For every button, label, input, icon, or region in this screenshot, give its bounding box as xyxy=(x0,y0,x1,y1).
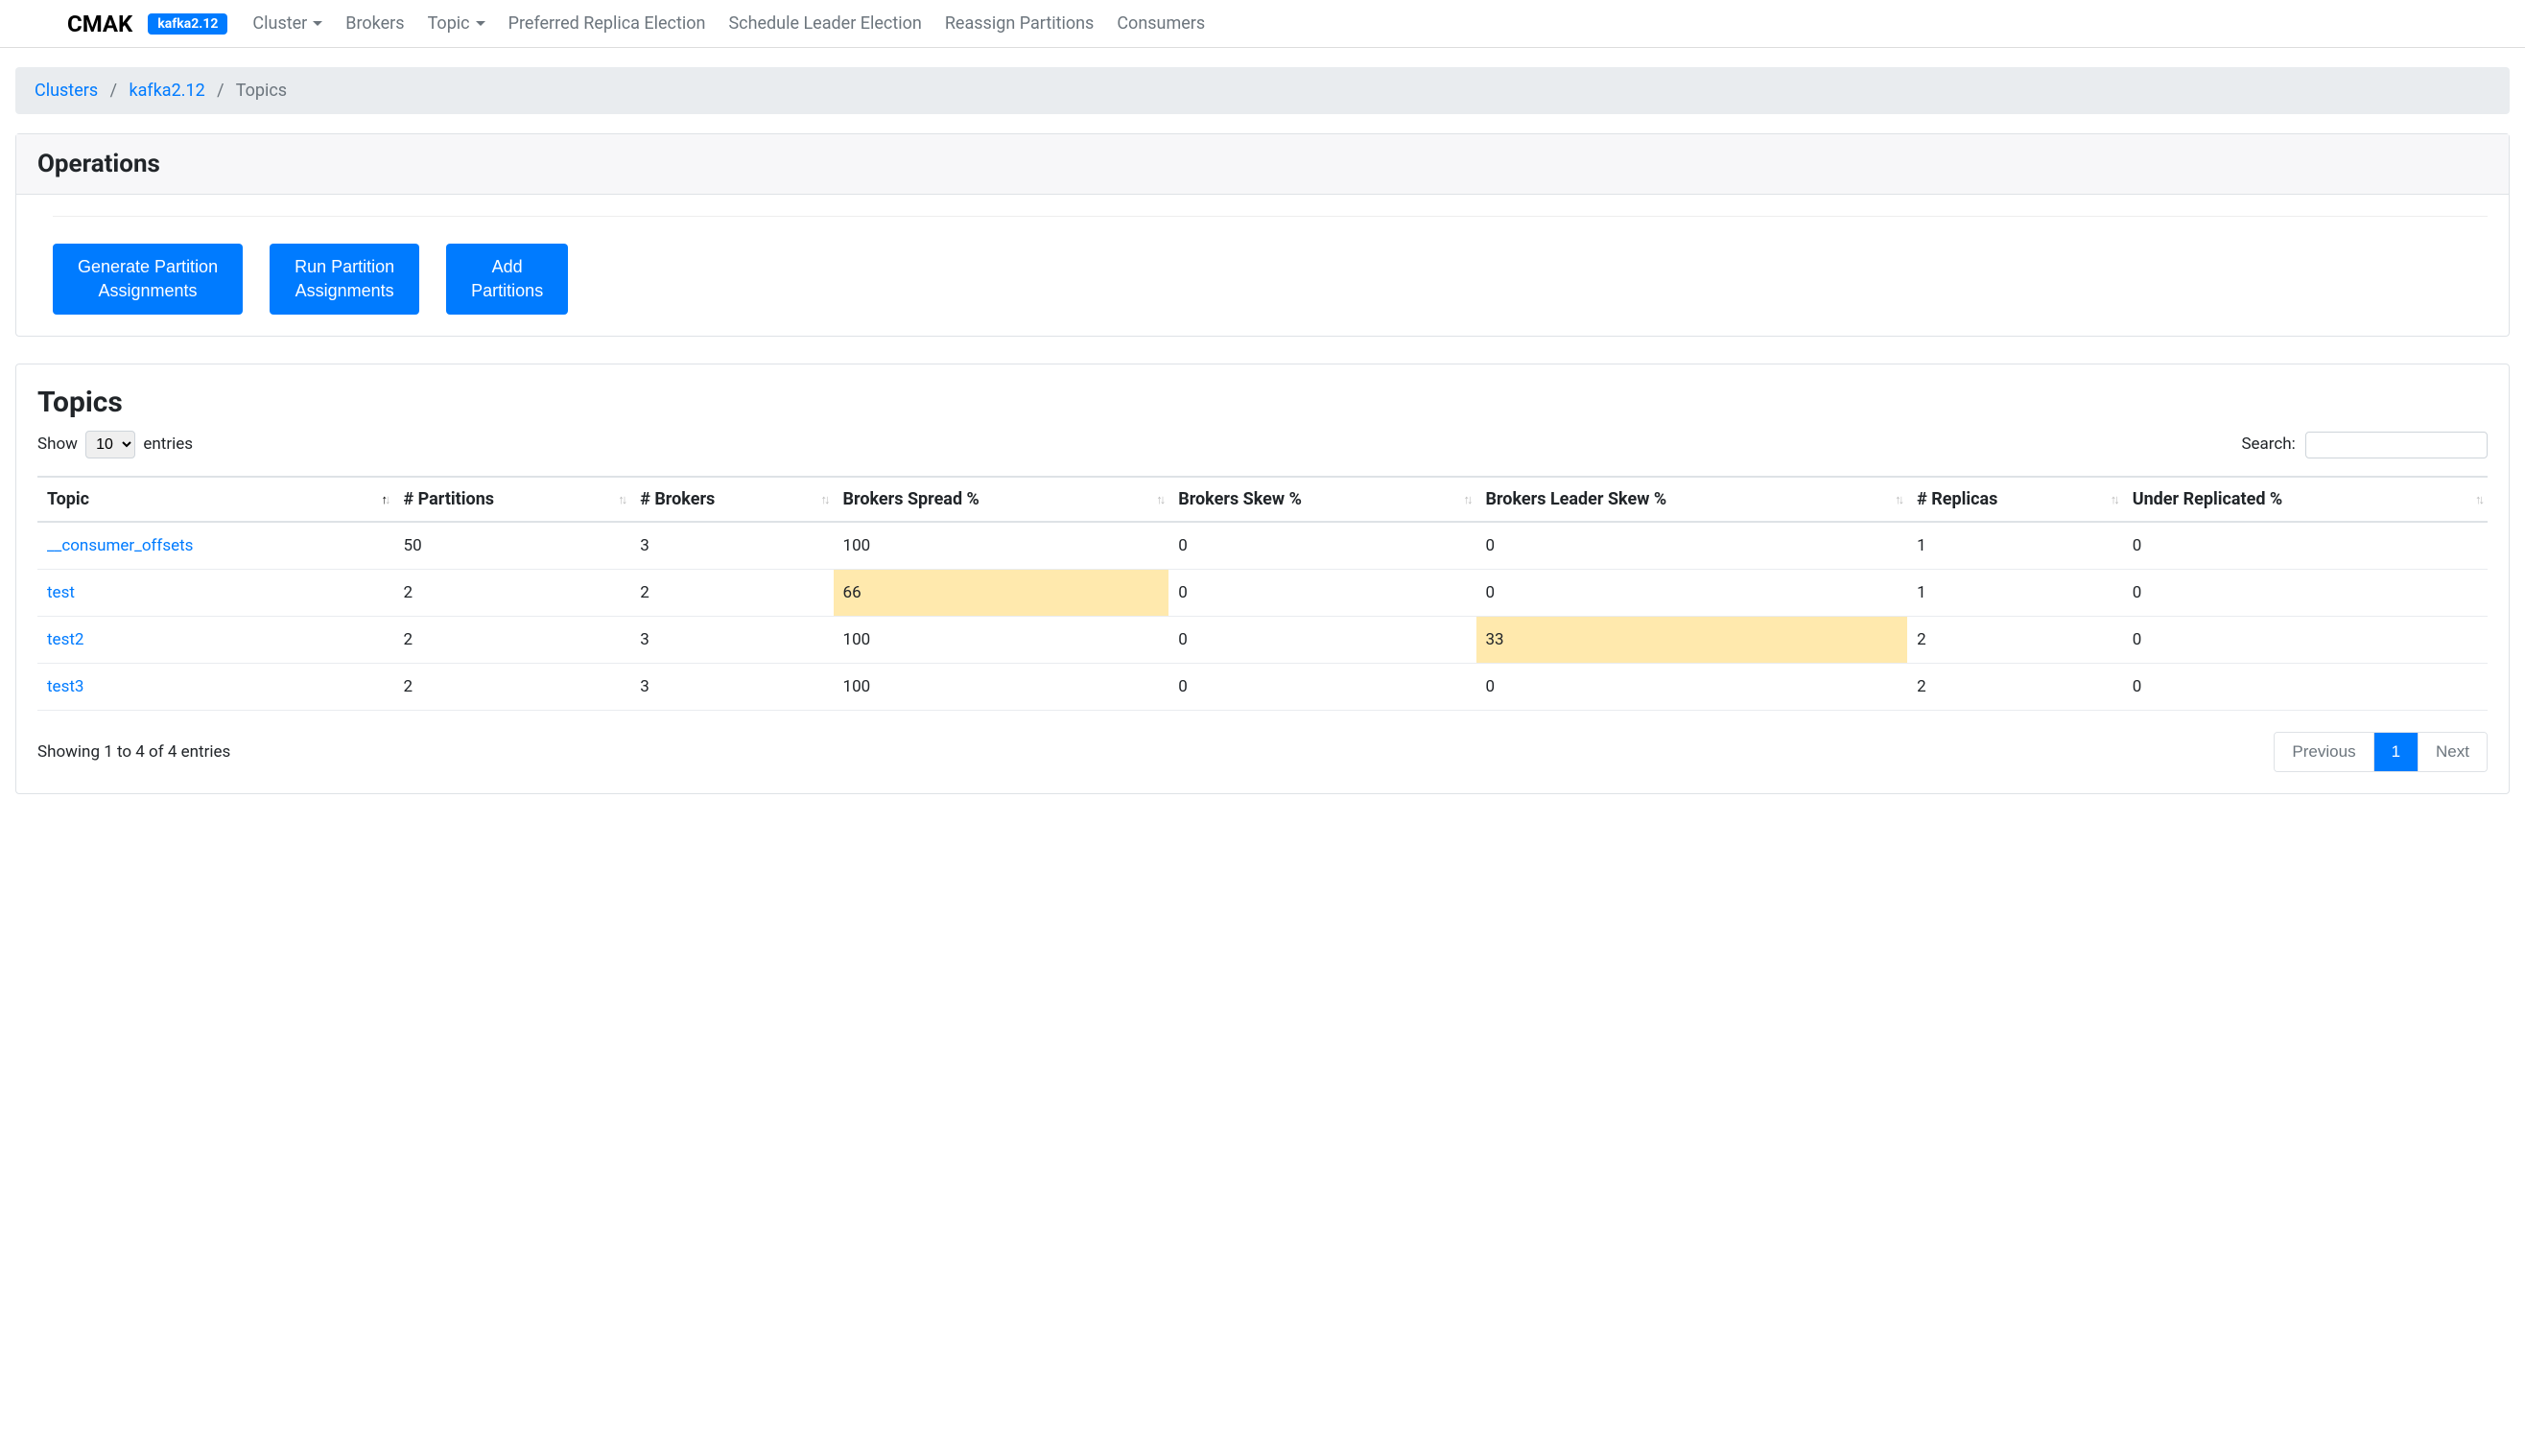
cell-partitions: 2 xyxy=(394,664,631,711)
col-brokers-spread-[interactable]: Brokers Spread %↑↓ xyxy=(834,477,1169,522)
navbar: CMAK kafka2.12 ClusterBrokersTopicPrefer… xyxy=(0,0,2525,48)
col-brokers-skew-[interactable]: Brokers Skew %↑↓ xyxy=(1168,477,1475,522)
nav-consumers[interactable]: Consumers xyxy=(1105,8,1216,39)
cell-partitions: 50 xyxy=(394,522,631,570)
cell-replicas: 1 xyxy=(1907,522,2123,570)
pagination: Previous 1 Next xyxy=(2274,732,2488,772)
cell-brokers: 3 xyxy=(630,522,833,570)
length-label-post: entries xyxy=(143,434,193,454)
cell-skew: 0 xyxy=(1168,617,1475,664)
col--partitions[interactable]: # Partitions↑↓ xyxy=(394,477,631,522)
cell-replicas: 1 xyxy=(1907,570,2123,617)
cell-skew: 0 xyxy=(1168,664,1475,711)
page-1-button[interactable]: 1 xyxy=(2373,733,2418,771)
operations-buttons: Generate PartitionAssignments Run Partiti… xyxy=(53,216,2488,315)
cell-brokers: 3 xyxy=(630,664,833,711)
cell-leader-skew: 33 xyxy=(1476,617,1908,664)
chevron-down-icon xyxy=(476,21,485,26)
nav-preferred-replica-election[interactable]: Preferred Replica Election xyxy=(497,8,718,39)
cell-leader-skew: 0 xyxy=(1476,522,1908,570)
cell-spread: 100 xyxy=(834,617,1169,664)
chevron-down-icon xyxy=(313,21,322,26)
operations-title: Operations xyxy=(16,134,2509,195)
cell-under: 0 xyxy=(2123,522,2488,570)
topic-link[interactable]: test3 xyxy=(47,677,83,696)
operations-card: Operations Generate PartitionAssignments… xyxy=(15,133,2510,337)
col-under-replicated-[interactable]: Under Replicated %↑↓ xyxy=(2123,477,2488,522)
table-row: test3231000020 xyxy=(37,664,2488,711)
search-control: Search: xyxy=(2241,432,2488,458)
search-label: Search: xyxy=(2241,434,2295,454)
topics-table: Topic↑↓# Partitions↑↓# Brokers↑↓Brokers … xyxy=(37,476,2488,711)
nav-cluster[interactable]: Cluster xyxy=(241,8,334,39)
nav-reassign-partitions[interactable]: Reassign Partitions xyxy=(933,8,1106,39)
nav-schedule-leader-election[interactable]: Schedule Leader Election xyxy=(717,8,932,39)
sort-icon: ↑↓ xyxy=(382,492,389,507)
cell-replicas: 2 xyxy=(1907,617,2123,664)
sort-icon: ↑↓ xyxy=(618,492,625,507)
breadcrumb: Clusters / kafka2.12 / Topics xyxy=(15,67,2510,114)
run-partition-assignments-button[interactable]: Run PartitionAssignments xyxy=(270,244,419,315)
table-footer: Showing 1 to 4 of 4 entries Previous 1 N… xyxy=(37,732,2488,772)
col-brokers-leader-skew-[interactable]: Brokers Leader Skew %↑↓ xyxy=(1476,477,1908,522)
table-row: test22660010 xyxy=(37,570,2488,617)
cell-under: 0 xyxy=(2123,570,2488,617)
add-partitions-button[interactable]: AddPartitions xyxy=(446,244,568,315)
page-next-button[interactable]: Next xyxy=(2418,733,2487,771)
nav-topic[interactable]: Topic xyxy=(416,8,497,39)
breadcrumb-sep: / xyxy=(103,81,125,101)
table-row: test22310003320 xyxy=(37,617,2488,664)
cell-spread: 100 xyxy=(834,522,1169,570)
page-prev-button[interactable]: Previous xyxy=(2275,733,2372,771)
breadcrumb-sep: / xyxy=(209,81,231,101)
cell-leader-skew: 0 xyxy=(1476,664,1908,711)
col--brokers[interactable]: # Brokers↑↓ xyxy=(630,477,833,522)
cell-leader-skew: 0 xyxy=(1476,570,1908,617)
table-controls: Show 10 entries Search: xyxy=(37,431,2488,458)
cell-partitions: 2 xyxy=(394,570,631,617)
cluster-badge[interactable]: kafka2.12 xyxy=(148,13,227,35)
cell-brokers: 3 xyxy=(630,617,833,664)
generate-partition-assignments-button[interactable]: Generate PartitionAssignments xyxy=(53,244,243,315)
topic-link[interactable]: test2 xyxy=(47,630,83,649)
topics-title: Topics xyxy=(37,386,2488,419)
length-label-pre: Show xyxy=(37,434,78,454)
breadcrumb-current: Topics xyxy=(236,81,287,101)
length-select[interactable]: 10 xyxy=(85,431,135,458)
sort-icon: ↑↓ xyxy=(1895,492,1901,507)
col--replicas[interactable]: # Replicas↑↓ xyxy=(1907,477,2123,522)
length-control: Show 10 entries xyxy=(37,431,193,458)
sort-icon: ↑↓ xyxy=(821,492,828,507)
cell-under: 0 xyxy=(2123,664,2488,711)
cell-spread: 100 xyxy=(834,664,1169,711)
breadcrumb-cluster-name[interactable]: kafka2.12 xyxy=(130,81,205,101)
sort-icon: ↑↓ xyxy=(2475,492,2482,507)
cell-spread: 66 xyxy=(834,570,1169,617)
cell-skew: 0 xyxy=(1168,522,1475,570)
cell-skew: 0 xyxy=(1168,570,1475,617)
topic-link[interactable]: test xyxy=(47,583,75,602)
sort-icon: ↑↓ xyxy=(2111,492,2117,507)
cell-replicas: 2 xyxy=(1907,664,2123,711)
cell-brokers: 2 xyxy=(630,570,833,617)
topic-link[interactable]: __consumer_offsets xyxy=(47,536,193,555)
nav-brokers[interactable]: Brokers xyxy=(334,8,415,39)
cell-partitions: 2 xyxy=(394,617,631,664)
breadcrumb-clusters[interactable]: Clusters xyxy=(35,81,98,101)
cell-under: 0 xyxy=(2123,617,2488,664)
col-topic[interactable]: Topic↑↓ xyxy=(37,477,394,522)
table-info: Showing 1 to 4 of 4 entries xyxy=(37,742,230,762)
sort-icon: ↑↓ xyxy=(1464,492,1471,507)
sort-icon: ↑↓ xyxy=(1156,492,1163,507)
table-row: __consumer_offsets5031000010 xyxy=(37,522,2488,570)
topics-card: Topics Show 10 entries Search: Topic↑↓# … xyxy=(15,364,2510,794)
search-input[interactable] xyxy=(2305,432,2488,458)
brand[interactable]: CMAK xyxy=(67,11,132,37)
